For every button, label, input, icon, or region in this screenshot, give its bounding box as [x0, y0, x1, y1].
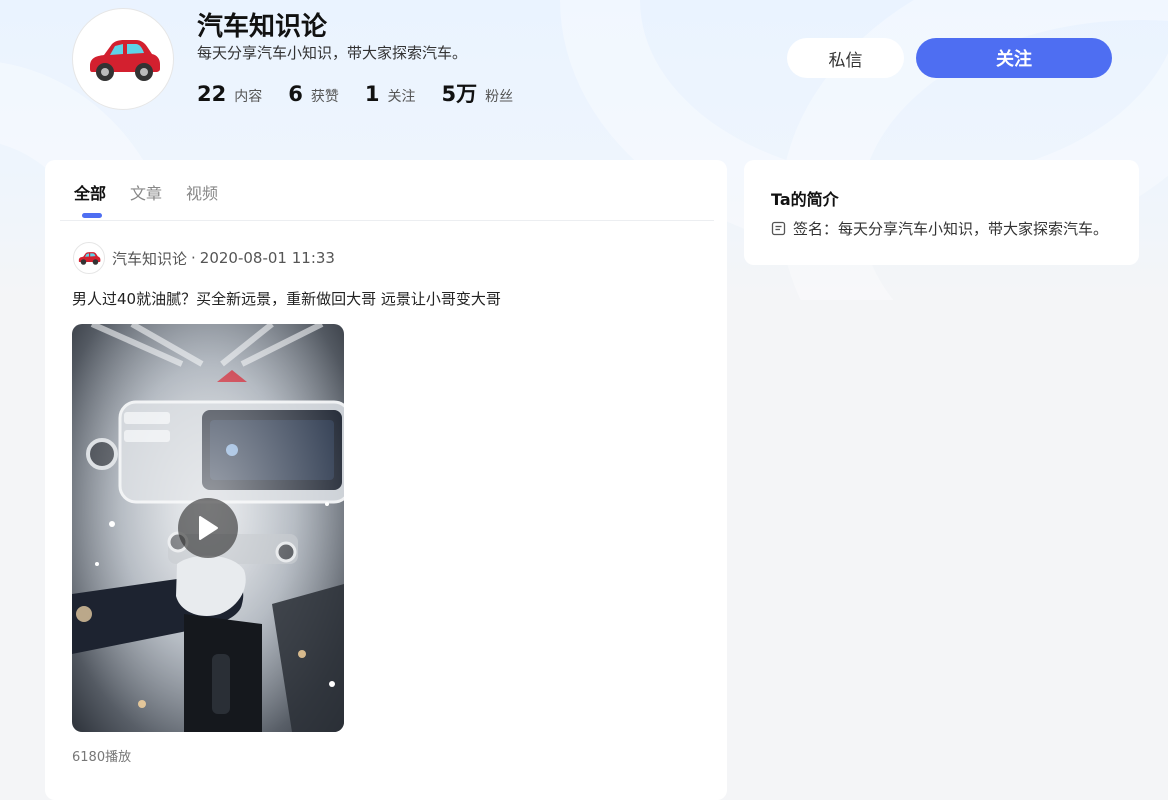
author-avatar[interactable] [73, 242, 105, 274]
tab-articles[interactable]: 文章 [130, 180, 162, 204]
private-message-button[interactable]: 私信 [787, 38, 904, 78]
post-timestamp: 2020-08-01 11:33 [199, 249, 335, 267]
signature-text: 签名：每天分享汽车小知识，带大家探索汽车。 [793, 220, 1109, 238]
stat-label: 关注 [387, 89, 416, 105]
profile-description: 每天分享汽车小知识，带大家探索汽车。 [197, 44, 468, 62]
stat-label: 获赞 [310, 89, 339, 105]
intro-title: Ta的简介 [771, 190, 839, 209]
stat-fans[interactable]: 5万 粉丝 [441, 78, 513, 108]
red-car-icon [90, 40, 160, 81]
red-car-icon [78, 252, 101, 265]
post-author[interactable]: 汽车知识论 [112, 248, 187, 269]
follow-button[interactable]: 关注 [916, 38, 1112, 78]
profile-stats: 22 内容 6 获赞 1 关注 5万 粉丝 [197, 78, 539, 108]
post-title[interactable]: 男人过40就油腻？买全新远景，重新做回大哥 远景让小哥变大哥 [72, 288, 501, 309]
tab-all[interactable]: 全部 [74, 180, 106, 218]
content-tabs: 全部 文章 视频 [74, 180, 242, 218]
play-count: 6180播放 [72, 750, 132, 765]
video-thumbnail[interactable] [72, 324, 344, 732]
play-icon [199, 516, 218, 540]
stat-label: 粉丝 [485, 89, 514, 105]
stat-number: 6 [288, 82, 303, 106]
stat-content[interactable]: 22 内容 [197, 82, 262, 106]
stat-label: 内容 [234, 89, 263, 105]
stat-likes[interactable]: 6 获赞 [288, 82, 339, 106]
stat-number: 22 [197, 82, 227, 106]
post-meta: 汽车知识论 · 2020-08-01 11:33 [73, 242, 335, 274]
stat-number: 1 [364, 82, 380, 106]
document-icon [771, 221, 786, 236]
tab-videos[interactable]: 视频 [186, 180, 218, 204]
stat-number: 5万 [441, 82, 478, 106]
stat-following[interactable]: 1 关注 [365, 82, 416, 106]
content-feed-card: 全部 文章 视频 汽车知识论 · 2020-08-01 11:33 男人过40就… [45, 160, 727, 800]
meta-separator: · [191, 249, 196, 267]
profile-avatar[interactable] [72, 8, 174, 110]
play-button[interactable] [178, 498, 238, 558]
profile-intro-card: Ta的简介 签名：每天分享汽车小知识，带大家探索汽车。 [744, 160, 1139, 265]
tab-divider [60, 220, 714, 221]
profile-name: 汽车知识论 [197, 12, 328, 42]
signature-row: 签名：每天分享汽车小知识，带大家探索汽车。 [771, 218, 1113, 239]
